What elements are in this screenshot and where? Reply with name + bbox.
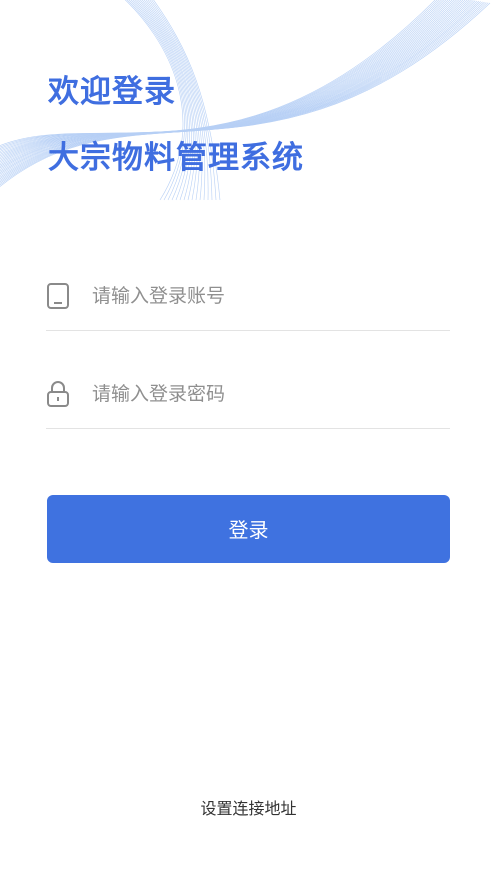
welcome-heading: 欢迎登录 <box>48 74 176 110</box>
password-input[interactable] <box>92 376 432 412</box>
account-input[interactable] <box>92 278 432 314</box>
set-connection-address-link[interactable]: 设置连接地址 <box>0 795 497 819</box>
password-field <box>46 366 450 429</box>
account-field <box>46 268 450 331</box>
system-title: 大宗物料管理系统 <box>48 140 304 176</box>
lock-icon <box>47 381 69 407</box>
login-button[interactable]: 登录 <box>47 495 450 563</box>
phone-icon <box>47 283 69 309</box>
